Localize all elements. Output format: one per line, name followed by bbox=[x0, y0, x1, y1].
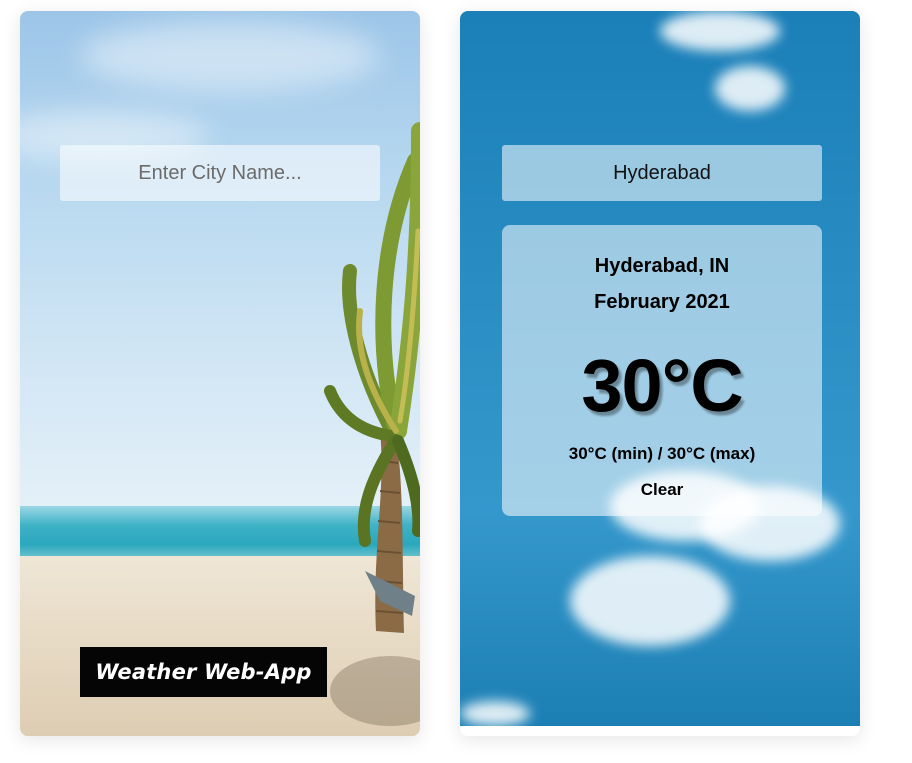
cloud-image bbox=[460, 701, 530, 726]
weather-description: Clear bbox=[640, 480, 684, 499]
weather-info-panel: Hyderabad, IN February 2021 30°C 30°C (m… bbox=[502, 225, 822, 516]
palm-tree-image bbox=[324, 122, 420, 726]
app-title-banner: Weather Web-App bbox=[80, 647, 327, 697]
cloud-image bbox=[660, 11, 780, 51]
date-label: February 2021 bbox=[594, 291, 730, 313]
card-footer bbox=[460, 726, 860, 736]
location-label: Hyderabad, IN bbox=[594, 255, 730, 277]
min-max-temperature: 30°C (min) / 30°C (max) bbox=[568, 444, 756, 463]
weather-result-card: Hyderabad, IN February 2021 30°C 30°C (m… bbox=[460, 11, 860, 736]
home-screen-card: Weather Web-App bbox=[20, 11, 420, 736]
city-search-input[interactable] bbox=[502, 145, 822, 201]
city-search-input[interactable] bbox=[60, 145, 380, 201]
cloud-image bbox=[715, 66, 785, 111]
cloud-image bbox=[570, 556, 730, 646]
temperature-value: 30°C bbox=[581, 344, 743, 427]
